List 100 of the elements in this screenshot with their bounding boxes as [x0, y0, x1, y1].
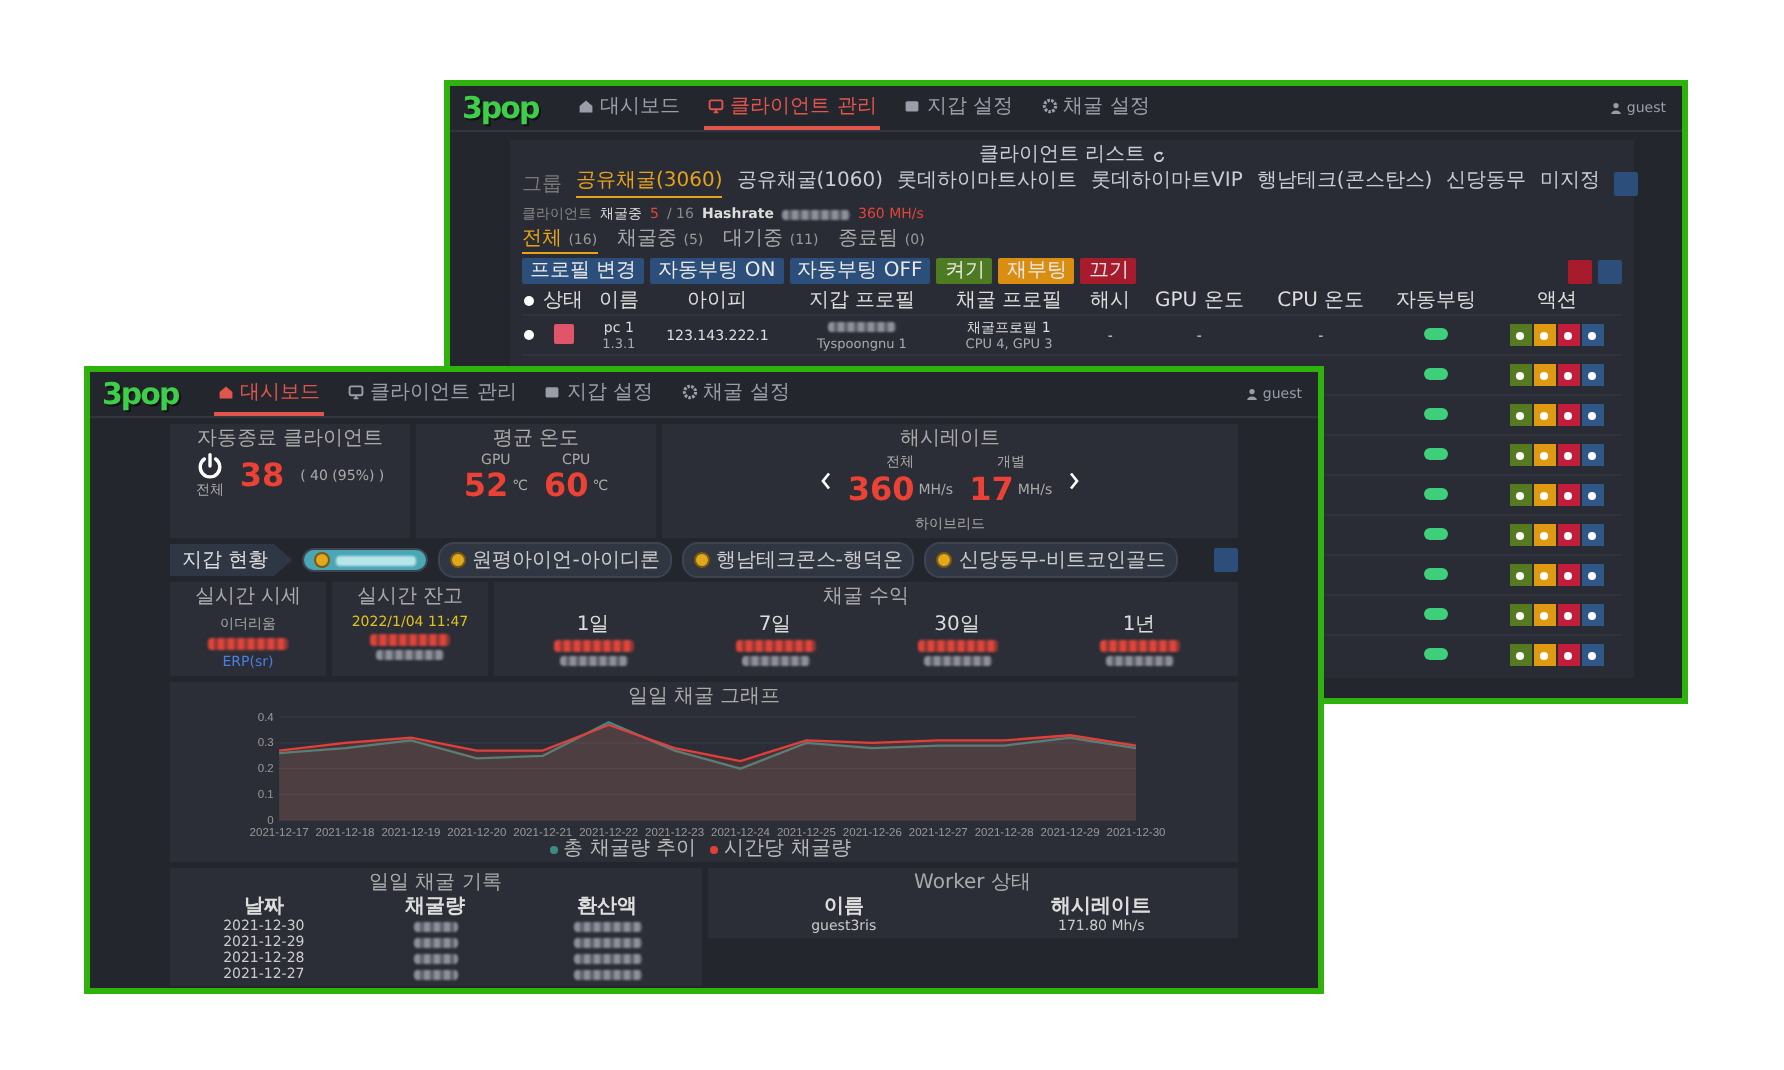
toggle-switch[interactable]: [1424, 447, 1449, 459]
row-action-button[interactable]: [1581, 364, 1604, 386]
coin-icon: [693, 552, 710, 568]
redacted-bar: [413, 953, 458, 963]
nav-tab[interactable]: 지갑 설정: [900, 86, 1018, 130]
column-header[interactable]: GPU 온도: [1138, 288, 1261, 315]
chevron-left-icon[interactable]: [819, 471, 832, 489]
redacted-bar: [336, 555, 417, 565]
row-action-button[interactable]: [1509, 364, 1532, 386]
column-header[interactable]: 해시: [1082, 288, 1139, 315]
action-button[interactable]: 끄기: [1080, 258, 1137, 284]
row-action-button[interactable]: [1533, 404, 1556, 426]
action-button[interactable]: 자동부팅 OFF: [789, 258, 931, 284]
row-action-button[interactable]: [1533, 524, 1556, 546]
user-icon: [1246, 388, 1259, 400]
card-title: 채굴 수익: [822, 586, 910, 610]
toggle-switch[interactable]: [1424, 647, 1449, 659]
row-action-button[interactable]: [1509, 564, 1532, 586]
card-title: 실시간 시세: [194, 586, 302, 610]
wallet-chip[interactable]: 원평아이언-아이디론: [438, 542, 672, 578]
logo[interactable]: 3pop: [102, 376, 179, 412]
group-tab[interactable]: 미지정: [1540, 170, 1601, 198]
row-action-button[interactable]: [1557, 604, 1580, 626]
checkbox[interactable]: [523, 296, 534, 306]
row-action-button[interactable]: [1581, 604, 1604, 626]
row-action-button[interactable]: [1581, 644, 1604, 666]
redacted-bar: [827, 321, 896, 331]
wallet-chip[interactable]: 신당동무-비트코인골드: [924, 542, 1179, 578]
nav-tab[interactable]: 대시보드: [574, 86, 685, 130]
group-tab[interactable]: 롯데하이마트VIP: [1091, 170, 1243, 198]
row-action-button[interactable]: [1557, 484, 1580, 506]
nav-tab[interactable]: 클라이언트 관리: [344, 372, 521, 416]
row-action-button[interactable]: [1557, 324, 1580, 346]
group-tab[interactable]: 롯데하이마트사이트: [897, 170, 1078, 198]
row-action-button[interactable]: [1509, 644, 1532, 666]
row-action-button[interactable]: [1557, 524, 1580, 546]
legend-label[interactable]: 총 채굴량 추이: [563, 838, 697, 860]
row-action-button[interactable]: [1509, 444, 1532, 466]
redacted-bar: [741, 656, 809, 666]
redacted-bar: [573, 921, 642, 931]
checkbox[interactable]: [523, 329, 534, 339]
toggle-switch[interactable]: [1424, 407, 1449, 419]
group-tab[interactable]: 공유채굴(3060): [576, 170, 723, 198]
refresh-icon[interactable]: [1151, 149, 1166, 163]
row-action-button[interactable]: [1533, 564, 1556, 586]
column-header[interactable]: CPU 온도: [1260, 288, 1382, 315]
stat-value: 60: [544, 468, 589, 504]
column-header: 채굴량: [405, 896, 466, 918]
chevron-right-icon[interactable]: [1068, 471, 1081, 489]
action-button[interactable]: 자동부팅 ON: [650, 258, 784, 284]
row-action-button[interactable]: [1581, 524, 1604, 546]
toggle-switch[interactable]: [1424, 367, 1449, 379]
row-action-button[interactable]: [1533, 324, 1556, 346]
logo[interactable]: 3pop: [462, 90, 539, 126]
row-action-button[interactable]: [1533, 364, 1556, 386]
column-header[interactable]: 상태: [535, 288, 592, 315]
action-button[interactable]: 프로필 변경: [522, 258, 645, 284]
nav-tab[interactable]: 채굴 설정: [677, 372, 794, 416]
legend-label[interactable]: 시간당 채굴량: [724, 838, 851, 860]
row-action-button[interactable]: [1557, 444, 1580, 466]
row-action-button[interactable]: [1533, 644, 1556, 666]
column-header[interactable]: 액션: [1491, 288, 1622, 315]
row-action-button[interactable]: [1557, 644, 1580, 666]
row-action-button[interactable]: [1557, 404, 1580, 426]
group-tab[interactable]: 신당동무: [1446, 170, 1527, 198]
column-header[interactable]: 아이피: [646, 288, 789, 315]
row-action-button[interactable]: [1581, 484, 1604, 506]
row-action-button[interactable]: [1581, 444, 1604, 466]
nav-tab[interactable]: 대시보드: [214, 372, 325, 416]
toggle-switch[interactable]: [1424, 527, 1449, 539]
group-tab[interactable]: 행남테크(콘스탄스): [1256, 170, 1433, 198]
wallet-chip[interactable]: [302, 548, 429, 572]
column-header[interactable]: 자동부팅: [1381, 288, 1492, 315]
row-action-button[interactable]: [1509, 524, 1532, 546]
toggle-switch[interactable]: [1424, 567, 1449, 579]
nav-tab[interactable]: 클라이언트 관리: [704, 86, 881, 130]
row-action-button[interactable]: [1533, 444, 1556, 466]
nav-tab[interactable]: 지갑 설정: [540, 372, 658, 416]
action-button[interactable]: 켜기: [936, 258, 993, 284]
toggle-switch[interactable]: [1424, 327, 1449, 339]
group-tab[interactable]: 공유채굴(1060): [736, 170, 884, 198]
column-header[interactable]: 채굴 프로필: [935, 288, 1083, 315]
toggle-switch[interactable]: [1424, 607, 1449, 619]
row-action-button[interactable]: [1581, 324, 1604, 346]
row-action-button[interactable]: [1581, 404, 1604, 426]
row-action-button[interactable]: [1533, 604, 1556, 626]
nav-tab[interactable]: 채굴 설정: [1037, 86, 1154, 130]
row-action-button[interactable]: [1557, 364, 1580, 386]
row-action-button[interactable]: [1509, 604, 1532, 626]
toggle-switch[interactable]: [1424, 487, 1449, 499]
row-action-button[interactable]: [1533, 484, 1556, 506]
row-action-button[interactable]: [1581, 564, 1604, 586]
wallet-chip[interactable]: 행남테크콘스-행덕온: [681, 542, 915, 578]
column-header[interactable]: 이름: [591, 288, 647, 315]
row-action-button[interactable]: [1509, 324, 1532, 346]
row-action-button[interactable]: [1509, 484, 1532, 506]
row-action-button[interactable]: [1557, 564, 1580, 586]
column-header[interactable]: 지갑 프로필: [788, 288, 936, 315]
redacted-bar: [413, 921, 458, 931]
row-action-button[interactable]: [1509, 404, 1532, 426]
